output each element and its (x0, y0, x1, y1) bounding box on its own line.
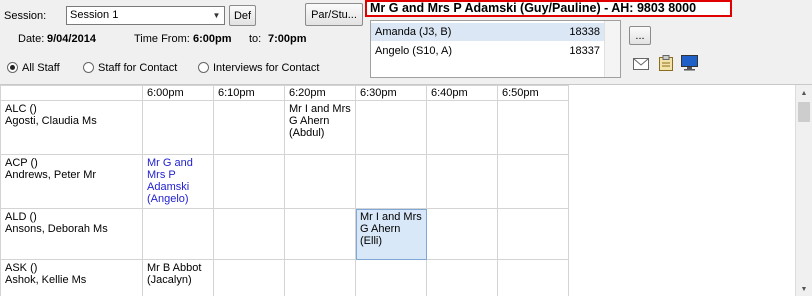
student-code: 18338 (569, 26, 600, 38)
slot-cell[interactable] (355, 259, 427, 296)
monitor-icon[interactable] (681, 55, 698, 74)
slot-cell[interactable]: Mr B Abbot (Jacalyn) (142, 259, 214, 296)
time-from-label: Time From: (134, 33, 190, 45)
slot-cell[interactable] (213, 208, 285, 260)
time-header: 6:40pm (426, 85, 498, 101)
scroll-up-icon[interactable]: ▲ (796, 85, 812, 101)
chevron-down-icon[interactable]: ▼ (209, 7, 224, 24)
time-header: 6:20pm (284, 85, 356, 101)
staff-code: ACP () (5, 157, 38, 169)
time-header: 6:30pm (355, 85, 427, 101)
slot-cell[interactable] (355, 154, 427, 209)
slot-cell[interactable]: Mr G and Mrs P Adamski (Angelo) (142, 154, 214, 209)
slot-cell[interactable] (497, 154, 569, 209)
slot-cell[interactable] (426, 100, 498, 155)
staff-header (0, 85, 143, 101)
grid-vertical-scrollbar[interactable]: ▲ ▼ (795, 85, 812, 296)
staff-name: Ansons, Deborah Ms (5, 223, 108, 235)
radio-icon (198, 62, 209, 73)
time-to-value: 7:00pm (268, 33, 307, 45)
slot-cell[interactable] (497, 259, 569, 296)
more-button[interactable]: ... (629, 26, 651, 45)
staff-code: ASK () (5, 262, 38, 274)
slot-cell[interactable] (497, 208, 569, 260)
staff-name: Andrews, Peter Mr (5, 169, 97, 181)
radio-icon (83, 62, 94, 73)
slot-cell[interactable] (213, 100, 285, 155)
staff-cell[interactable]: ACP () Andrews, Peter Mr (0, 154, 143, 209)
date-label: Date: (18, 33, 45, 45)
radio-icon (7, 62, 18, 73)
parent-heading: Mr G and Mrs P Adamski (Guy/Pauline) - A… (365, 0, 732, 17)
table-row: ALD () Ansons, Deborah Ms Mr I and Mrs G … (0, 208, 569, 260)
student-code: 18337 (569, 45, 600, 57)
table-row: ALC () Agosti, Claudia Ms Mr I and Mrs G … (0, 100, 569, 155)
radio-staff-for-contact-label: Staff for Contact (98, 62, 178, 74)
staff-name: Ashok, Kellie Ms (5, 274, 87, 286)
parent-student-button[interactable]: Par/Stu... (305, 3, 363, 26)
session-value: Session 1 (70, 9, 119, 21)
slot-cell[interactable] (426, 154, 498, 209)
slot-cell[interactable] (355, 100, 427, 155)
student-name: Amanda (J3, B) (375, 26, 452, 38)
time-header: 6:00pm (142, 85, 214, 101)
def-button[interactable]: Def (229, 5, 256, 26)
slot-cell[interactable] (213, 259, 285, 296)
staff-code: ALC () (5, 103, 37, 115)
staff-cell[interactable]: ALC () Agosti, Claudia Ms (0, 100, 143, 155)
time-to-label: to: (249, 33, 262, 45)
time-header: 6:50pm (497, 85, 569, 101)
envelope-icon[interactable] (633, 58, 649, 73)
slot-cell[interactable] (497, 100, 569, 155)
slot-cell[interactable] (142, 208, 214, 260)
slot-cell[interactable]: Mr I and Mrs G Ahern (Elli) (355, 208, 427, 260)
list-item[interactable]: Angelo (S10, A) 18337 (371, 42, 604, 60)
staff-cell[interactable]: ASK () Ashok, Kellie Ms (0, 259, 143, 296)
student-list[interactable]: Amanda (J3, B) 18338 Angelo (S10, A) 183… (370, 20, 621, 78)
slot-cell[interactable] (284, 154, 356, 209)
list-item[interactable]: Amanda (J3, B) 18338 (371, 23, 604, 41)
grid-header-row: 6:00pm 6:10pm 6:20pm 6:30pm 6:40pm 6:50p… (0, 85, 569, 101)
slot-cell[interactable]: Mr I and Mrs G Ahern (Abdul) (284, 100, 356, 155)
radio-interviews-for-contact[interactable]: Interviews for Contact (198, 62, 319, 74)
time-header: 6:10pm (213, 85, 285, 101)
staff-code: ALD () (5, 211, 37, 223)
clipboard-icon[interactable] (659, 55, 673, 74)
scroll-thumb[interactable] (798, 102, 810, 122)
schedule-grid[interactable]: 6:00pm 6:10pm 6:20pm 6:30pm 6:40pm 6:50p… (0, 84, 812, 296)
staff-name: Agosti, Claudia Ms (5, 115, 97, 127)
student-name: Angelo (S10, A) (375, 45, 453, 57)
session-label: Session: (4, 10, 47, 22)
date-value: 9/04/2014 (47, 33, 96, 45)
slot-cell[interactable] (284, 259, 356, 296)
radio-interviews-for-contact-label: Interviews for Contact (213, 62, 320, 74)
slot-cell[interactable] (213, 154, 285, 209)
student-list-scrollbar[interactable] (604, 21, 620, 77)
slot-cell[interactable] (284, 208, 356, 260)
time-from-value: 6:00pm (193, 33, 232, 45)
slot-cell[interactable] (142, 100, 214, 155)
slot-cell[interactable] (426, 259, 498, 296)
slot-cell[interactable] (426, 208, 498, 260)
table-row: ACP () Andrews, Peter Mr Mr G and Mrs P A… (0, 154, 569, 209)
radio-all-staff-label: All Staff (22, 62, 60, 74)
session-select[interactable]: Session 1 ▼ (66, 6, 225, 25)
table-row: ASK () Ashok, Kellie Ms Mr B Abbot (Jacal… (0, 259, 569, 296)
radio-all-staff[interactable]: All Staff (7, 62, 60, 74)
radio-staff-for-contact[interactable]: Staff for Contact (83, 62, 177, 74)
staff-cell[interactable]: ALD () Ansons, Deborah Ms (0, 208, 143, 260)
scroll-down-icon[interactable]: ▼ (796, 281, 812, 296)
